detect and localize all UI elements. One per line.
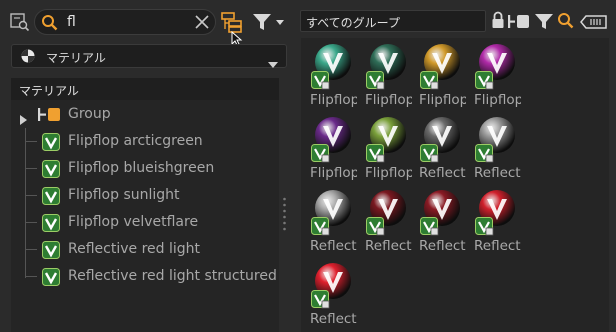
material-thumbnail[interactable]: Reflect [303, 259, 357, 332]
tree-item-label: Reflective red light [68, 241, 200, 257]
material-preview-sphere-icon [366, 115, 410, 167]
material-preview-sphere-icon [311, 261, 355, 313]
search-icon[interactable] [557, 12, 575, 34]
material-preview-sphere-icon [420, 188, 464, 240]
material-thumbnail-caption: Reflect [474, 238, 521, 254]
material-thumbnail-caption: Reflect [365, 238, 412, 254]
material-v-icon [42, 241, 60, 263]
tree-header: マテリアル [11, 78, 279, 100]
material-icon [20, 48, 36, 68]
tree-group-row[interactable]: Group [11, 102, 279, 128]
material-preview-sphere-icon [311, 188, 355, 240]
group-filter-value: すべてのグループ [306, 16, 400, 30]
material-thumbnail[interactable]: Reflect [358, 186, 412, 259]
material-preview-sphere-icon [311, 42, 355, 94]
tree-item[interactable]: Reflective red light [11, 237, 279, 263]
material-thumbnail[interactable]: Reflect [303, 186, 357, 259]
tree-view-icon[interactable] [220, 11, 244, 33]
tree-item-label: Reflective red light structured [68, 268, 277, 284]
material-thumbnail[interactable]: Flipflop [358, 113, 412, 186]
material-thumbnail-caption: Reflect [419, 165, 466, 181]
material-thumbnail-caption: Flipflop [419, 92, 466, 108]
material-v-icon [42, 268, 60, 290]
material-thumbnail-caption: Reflect [310, 311, 357, 327]
material-v-icon [42, 160, 60, 182]
chevron-down-icon [268, 53, 278, 72]
group-filter-input[interactable]: すべてのグループ [300, 10, 486, 32]
tree-item-label: Flipflop blueishgreen [68, 160, 215, 176]
expand-arrow-icon[interactable] [20, 110, 28, 129]
group-icon [38, 107, 64, 127]
group-icon[interactable] [508, 14, 530, 33]
tag-icon[interactable] [580, 14, 608, 33]
material-preview-sphere-icon [420, 115, 464, 167]
material-preview-sphere-icon [475, 188, 519, 240]
lock-icon[interactable] [491, 11, 505, 33]
material-v-icon [42, 214, 60, 236]
filter-icon[interactable] [535, 13, 553, 33]
tree-item-label: Flipflop arcticgreen [68, 133, 203, 149]
search-value[interactable]: fl [67, 14, 76, 30]
tree-item-label: Flipflop sunlight [68, 187, 180, 203]
material-type-dropdown[interactable]: マテリアル [11, 44, 287, 68]
material-thumbnail-grid: Flipflop Flipflop Flipflop Flipflop Flipflop… [301, 38, 609, 332]
filter-button[interactable] [251, 11, 289, 33]
tree-group-label: Group [68, 106, 111, 122]
material-preview-sphere-icon [475, 42, 519, 94]
material-thumbnail[interactable]: Flipflop [412, 40, 466, 113]
material-tree: マテリアル Group Flipflop arcticgreen Flipflo… [11, 78, 279, 332]
material-v-icon [42, 133, 60, 155]
material-thumbnail[interactable]: Reflect [467, 186, 521, 259]
clear-icon[interactable] [193, 13, 211, 35]
tree-item[interactable]: Flipflop blueishgreen [11, 156, 279, 182]
material-thumbnail-caption: Flipflop [365, 165, 412, 181]
material-thumbnail-caption: Reflect [310, 238, 357, 254]
material-preview-sphere-icon [420, 42, 464, 94]
material-thumbnail-caption: Flipflop [365, 92, 412, 108]
material-thumbnail[interactable]: Flipflop [303, 40, 357, 113]
search-input[interactable]: fl [34, 9, 216, 35]
material-thumbnail[interactable]: Flipflop [303, 113, 357, 186]
material-preview-sphere-icon [366, 42, 410, 94]
material-thumbnail[interactable]: Reflect [467, 113, 521, 186]
material-thumbnail[interactable]: Reflect [412, 113, 466, 186]
material-preview-sphere-icon [475, 115, 519, 167]
material-thumbnail[interactable]: Flipflop [358, 40, 412, 113]
material-thumbnail[interactable]: Reflect [412, 186, 466, 259]
material-v-icon [42, 187, 60, 209]
material-thumbnail-caption: Flipflop [310, 165, 357, 181]
material-preview-sphere-icon [311, 115, 355, 167]
material-thumbnail[interactable]: Flipflop [467, 40, 521, 113]
material-thumbnail-caption: Reflect [474, 165, 521, 181]
tree-item-label: Flipflop velvetflare [68, 214, 199, 230]
tree-item[interactable]: Flipflop velvetflare [11, 210, 279, 236]
tree-item[interactable]: Reflective red light structured [11, 264, 279, 290]
material-thumbnail-caption: Flipflop [310, 92, 357, 108]
library-search-icon[interactable] [9, 11, 31, 33]
panel-splitter-handle[interactable] [282, 196, 287, 232]
tree-header-label: マテリアル [19, 84, 79, 98]
material-thumbnail-caption: Reflect [419, 238, 466, 254]
material-preview-sphere-icon [366, 188, 410, 240]
tree-item[interactable]: Flipflop arcticgreen [11, 129, 279, 155]
material-thumbnail-caption: Flipflop [474, 92, 521, 108]
search-icon [41, 14, 59, 36]
dropdown-label: マテリアル [46, 51, 106, 65]
tree-item[interactable]: Flipflop sunlight [11, 183, 279, 209]
